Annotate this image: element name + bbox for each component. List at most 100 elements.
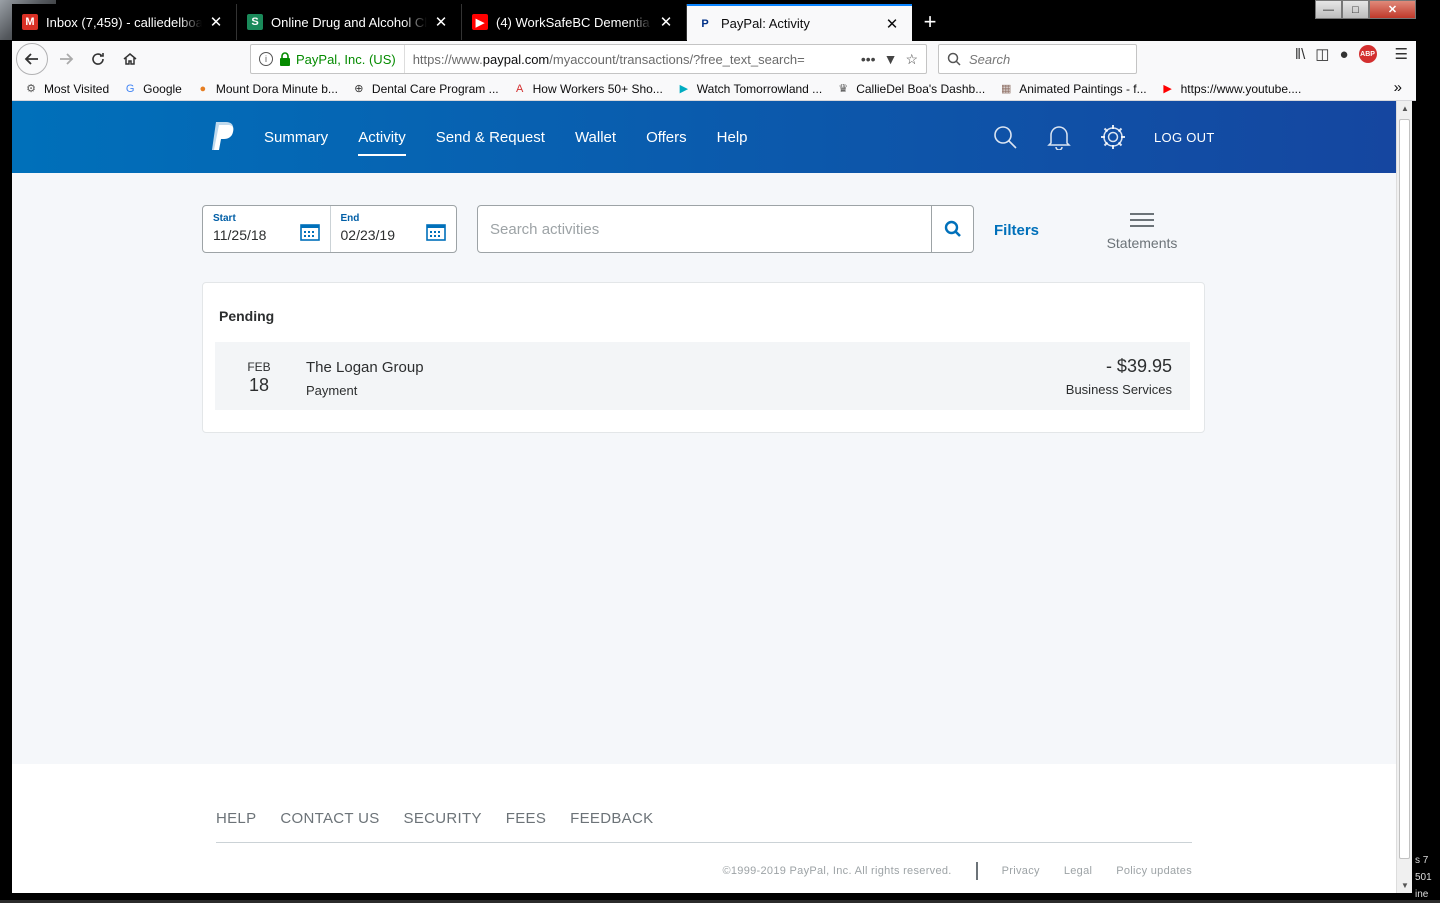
- pending-card: Pending FEB 18 The Logan Group Payment -…: [202, 282, 1205, 433]
- nav-item-help[interactable]: Help: [717, 125, 748, 150]
- transaction-amount: - $39.95: [1105, 356, 1172, 376]
- footer-separator: [975, 862, 978, 880]
- bookmark-item[interactable]: ▶ Watch Tomorrowland ...: [677, 81, 823, 96]
- background-window-fragment: s 7 501 ine: [1415, 852, 1440, 903]
- reload-button[interactable]: [82, 43, 114, 75]
- extension-icon[interactable]: ●: [1339, 46, 1348, 63]
- bookmark-item[interactable]: ▦ Animated Paintings - f...: [999, 82, 1147, 96]
- window-controls: — □ ✕: [1315, 0, 1416, 19]
- tab-close-icon[interactable]: ✕: [658, 13, 674, 31]
- window-close-button[interactable]: ✕: [1369, 0, 1416, 19]
- notification-bell-icon[interactable]: [1046, 124, 1072, 150]
- tab-strip: M Inbox (7,459) - calliedelboa@gmail.com ✕…: [12, 4, 1310, 41]
- paypal-logo[interactable]: [210, 121, 236, 151]
- maximize-button[interactable]: □: [1342, 0, 1369, 19]
- back-button[interactable]: [16, 43, 48, 75]
- forward-button[interactable]: [50, 43, 82, 75]
- nav-item-activity[interactable]: Activity: [358, 125, 406, 156]
- home-button[interactable]: [114, 43, 146, 75]
- footer-link-security[interactable]: SECURITY: [404, 810, 482, 827]
- calendar-icon[interactable]: [426, 223, 446, 241]
- browser-tab[interactable]: ▶ (4) WorkSafeBC Dementia Presentation ✕: [462, 4, 687, 40]
- url-bar[interactable]: i PayPal, Inc. (US) https://www.paypal.c…: [250, 44, 927, 74]
- nav-item-send-request[interactable]: Send & Request: [436, 125, 545, 150]
- site-identity[interactable]: i PayPal, Inc. (US): [251, 45, 405, 73]
- browser-tab[interactable]: P PayPal: Activity ✕: [687, 4, 912, 41]
- scroll-up-icon[interactable]: ▲: [1397, 104, 1413, 113]
- url-actions: ••• ▼ ☆: [861, 51, 926, 68]
- tab-close-icon[interactable]: ✕: [433, 13, 449, 31]
- statements-button[interactable]: Statements: [1100, 213, 1184, 251]
- new-tab-button[interactable]: +: [912, 4, 948, 40]
- logout-link[interactable]: LOG OUT: [1154, 130, 1215, 145]
- sidebar-icon[interactable]: ◫: [1315, 45, 1329, 63]
- bookmark-item[interactable]: ▶ https://www.youtube....: [1161, 82, 1301, 96]
- browser-search-bar[interactable]: Search: [938, 44, 1137, 74]
- bookmark-item[interactable]: A How Workers 50+ Sho...: [513, 82, 663, 96]
- tab-favicon-icon: S: [247, 14, 263, 30]
- browser-tab[interactable]: M Inbox (7,459) - calliedelboa@gmail.com ✕: [12, 4, 237, 40]
- nav-item-wallet[interactable]: Wallet: [575, 125, 616, 150]
- search-activities-input[interactable]: [478, 206, 931, 252]
- tab-close-icon[interactable]: ✕: [208, 13, 224, 31]
- bookmarks-list: ⚙ Most Visited G Google ● Mount Dora Minute b…: [24, 82, 1315, 96]
- search-icon: [947, 52, 961, 66]
- filters-button[interactable]: Filters: [994, 222, 1039, 239]
- bookmark-icon: ▶: [1163, 83, 1172, 95]
- footer-link-contact-us[interactable]: CONTACT US: [280, 810, 379, 827]
- bookmark-icon: ▶: [679, 83, 689, 95]
- bookmark-star-icon[interactable]: ☆: [905, 51, 918, 68]
- page-actions-icon[interactable]: •••: [861, 51, 876, 68]
- paypal-logo-icon: [212, 122, 234, 150]
- footer-link-fees[interactable]: FEES: [506, 810, 546, 827]
- scroll-thumb[interactable]: [1399, 119, 1410, 859]
- library-icon[interactable]: ‖\: [1295, 46, 1305, 63]
- bookmark-item[interactable]: ⊕ Dental Care Program ...: [352, 81, 499, 96]
- adblock-icon[interactable]: ABP: [1358, 45, 1377, 63]
- footer-link-feedback[interactable]: FEEDBACK: [570, 810, 653, 827]
- fragment-text: s 7: [1415, 855, 1429, 866]
- bookmark-icon: G: [125, 82, 135, 95]
- tab-close-icon[interactable]: ✕: [884, 15, 900, 33]
- start-date-field[interactable]: Start 11/25/18: [203, 206, 330, 252]
- url-path: /myaccount/transactions/?free_text_searc…: [549, 51, 805, 67]
- pending-heading: Pending: [219, 308, 275, 324]
- bookmark-item[interactable]: G Google: [123, 82, 182, 96]
- tab-title: Inbox (7,459) - calliedelboa@gmail.com: [46, 14, 202, 30]
- bookmarks-overflow-icon[interactable]: »: [1394, 79, 1402, 96]
- minimize-button[interactable]: —: [1315, 0, 1342, 19]
- url-text[interactable]: https://www.paypal.com/myaccount/transac…: [405, 52, 861, 67]
- nav-item-summary[interactable]: Summary: [264, 125, 328, 150]
- transaction-row[interactable]: FEB 18 The Logan Group Payment - $39.95 …: [215, 342, 1190, 410]
- footer-legal: ©1999-2019 PayPal, Inc. All rights reser…: [722, 862, 1192, 880]
- legal-link-privacy[interactable]: Privacy: [1002, 865, 1040, 877]
- settings-gear-icon[interactable]: [1100, 124, 1126, 150]
- toolbar-right: ‖\ ◫ ● ABP ☰: [1295, 45, 1408, 63]
- pocket-icon[interactable]: ▼: [884, 51, 898, 68]
- legal-link-legal[interactable]: Legal: [1064, 865, 1092, 877]
- browser-tab[interactable]: S Online Drug and Alcohol Classes ✕: [237, 4, 462, 40]
- search-icon[interactable]: [992, 124, 1018, 150]
- bookmark-icon: ▦: [1001, 83, 1012, 95]
- home-icon: [123, 53, 137, 65]
- bookmark-label: Dental Care Program ...: [371, 81, 499, 96]
- footer-link-help[interactable]: HELP: [216, 810, 256, 827]
- search-button[interactable]: [931, 206, 973, 252]
- scroll-down-icon[interactable]: ▼: [1397, 881, 1413, 890]
- end-date-field[interactable]: End 02/23/19: [329, 206, 457, 252]
- vertical-scrollbar[interactable]: ▲ ▼: [1396, 101, 1412, 893]
- bookmark-item[interactable]: ♛ CallieDel Boa's Dashb...: [836, 82, 985, 96]
- bookmark-item[interactable]: ⚙ Most Visited: [24, 82, 109, 96]
- bookmark-icon: A: [515, 82, 524, 95]
- calendar-icon[interactable]: [299, 223, 320, 241]
- tab-favicon-icon: ▶: [472, 14, 488, 30]
- back-arrow-icon: [24, 53, 38, 65]
- url-prefix: https://www.: [412, 51, 483, 67]
- copyright-text: ©1999-2019 PayPal, Inc. All rights reser…: [722, 865, 952, 877]
- legal-link-policy-updates[interactable]: Policy updates: [1116, 865, 1192, 877]
- bookmark-label: Watch Tomorrowland ...: [696, 81, 823, 96]
- bookmark-item[interactable]: ● Mount Dora Minute b...: [196, 82, 338, 96]
- menu-icon[interactable]: ☰: [1395, 45, 1408, 63]
- nav-item-offers[interactable]: Offers: [646, 125, 687, 150]
- tab-title: Online Drug and Alcohol Classes: [271, 14, 427, 30]
